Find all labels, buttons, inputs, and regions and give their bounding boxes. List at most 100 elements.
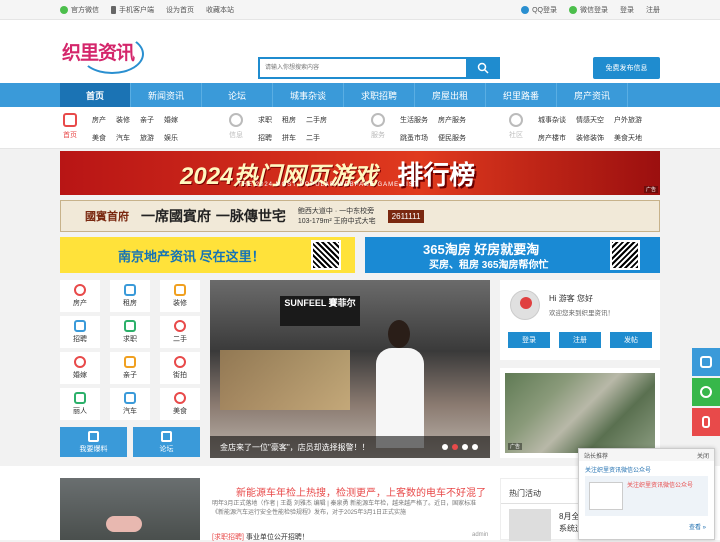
qq-login-link[interactable]: QQ登录	[521, 5, 557, 15]
search-bar	[258, 57, 500, 79]
grid-item-jobseek[interactable]: 求职	[110, 316, 150, 348]
subnav-link[interactable]: 汽车	[116, 133, 130, 143]
float-customer-service[interactable]	[692, 348, 720, 376]
mobile-client-link[interactable]: 手机客户端	[111, 5, 154, 15]
bookmark-link[interactable]: 收藏本站	[206, 5, 234, 15]
set-homepage-link[interactable]: 设为首页	[166, 5, 194, 15]
subnav-link[interactable]: 房产楼市	[538, 133, 566, 143]
subnav-link[interactable]: 情感天空	[576, 115, 604, 125]
grid-label: 装修	[173, 300, 187, 307]
subnav-link[interactable]: 房产服务	[438, 115, 466, 125]
welcome-text: 欢迎您来到织里资讯！	[549, 310, 614, 317]
nav-zhili[interactable]: 织里路番	[486, 83, 557, 107]
subnav-link[interactable]: 招聘	[258, 133, 272, 143]
nav-estate-news[interactable]: 房产资讯	[557, 83, 628, 107]
subnav-link[interactable]: 装修装饰	[576, 133, 604, 143]
subnav-link[interactable]: 求职	[258, 115, 272, 125]
map-ad[interactable]: 广告	[500, 368, 660, 458]
subnav-link[interactable]: 户外旅游	[614, 115, 642, 125]
subnav-link[interactable]: 城事杂谈	[538, 115, 566, 125]
nav-rentals[interactable]: 房屋出租	[415, 83, 486, 107]
article-tag-line[interactable]: [求职招聘] 事业单位公开招聘！	[212, 532, 309, 542]
taofang-banner[interactable]: 365淘房 好房就要淘 买房、租房 365淘房帮你忙	[365, 237, 660, 273]
grid-item-hire[interactable]: 招聘	[60, 316, 100, 348]
grid-item-decor[interactable]: 装修	[160, 280, 200, 312]
subnav-link[interactable]: 旅游	[140, 133, 154, 143]
grid-item-beauty[interactable]: 丽人	[60, 388, 100, 420]
grid-item-secondhand[interactable]: 二手	[160, 316, 200, 348]
activity-thumbnail[interactable]	[509, 509, 551, 541]
subnav-cat-community[interactable]: 社区	[506, 111, 526, 147]
estate-banner[interactable]: 國賓首府 一席國賓府 一脉傳世宅 鲍西大道中 · 一中东校旁 103-179m² …	[60, 200, 660, 232]
subnav-link[interactable]: 美食	[92, 133, 106, 143]
subnav-link[interactable]: 亲子	[140, 115, 154, 125]
grid-item-wedding[interactable]: 婚嫁	[60, 352, 100, 384]
site-logo[interactable]: 织里资讯	[60, 32, 144, 76]
grid-item-streetshot[interactable]: 街拍	[160, 352, 200, 384]
popup-more-link[interactable]: 查看 »	[689, 522, 706, 531]
ad-label: 广告	[643, 186, 658, 193]
sub-nav: 首页 房产 美食 装修 汽车 亲子 旅游 婚嫁 娱乐 信息 求职 招聘 租房 拼…	[0, 107, 720, 149]
subnav-link[interactable]: 美食天地	[614, 133, 642, 143]
slider-dot[interactable]	[472, 444, 478, 450]
slide-image-counter	[220, 350, 350, 410]
search-input[interactable]	[258, 57, 466, 79]
forum-button[interactable]: 论坛	[133, 427, 200, 457]
estate-location: 鲍西大道中 · 一中东校旁	[297, 208, 375, 215]
search-icon	[477, 62, 489, 74]
register-button[interactable]: 注册	[559, 332, 601, 348]
grid-item-food[interactable]: 美食	[160, 388, 200, 420]
popup-image[interactable]: 关注织里资讯微信公众号	[585, 476, 708, 516]
grid-label: 亲子	[123, 372, 137, 379]
slider-dot[interactable]	[442, 444, 448, 450]
subnav-link[interactable]: 房产	[92, 115, 106, 125]
search-button[interactable]	[466, 57, 500, 79]
subnav-link[interactable]: 生活服务	[400, 115, 428, 125]
float-mobile[interactable]	[692, 408, 720, 436]
nav-home[interactable]: 首页	[60, 83, 131, 107]
login-button[interactable]: 登录	[508, 332, 550, 348]
grid-item-parenting[interactable]: 亲子	[110, 352, 150, 384]
subnav-link[interactable]: 娱乐	[164, 133, 178, 143]
wechat-login-link[interactable]: 微信登录	[569, 5, 608, 15]
slider-dot-active[interactable]	[452, 444, 458, 450]
register-link[interactable]: 注册	[646, 5, 660, 15]
nav-forum[interactable]: 论坛	[202, 83, 273, 107]
news-slider[interactable]: SUNFEEL 賽菲尔 金店来了一位"豪客"，店员却选择报警！！	[210, 280, 490, 458]
subnav-link[interactable]: 租房	[282, 115, 296, 125]
popup-headline[interactable]: 关注织里资讯微信公众号	[579, 461, 714, 476]
grid-item-rent[interactable]: 租房	[110, 280, 150, 312]
subnav-cat-home[interactable]: 首页	[60, 111, 80, 147]
login-link[interactable]: 登录	[620, 5, 634, 15]
subnav-link[interactable]: 婚嫁	[164, 115, 178, 125]
subnav-link[interactable]: 装修	[116, 115, 130, 125]
subnav-link[interactable]: 二手房	[306, 115, 327, 125]
post-info-button[interactable]: 免费发布信息	[593, 57, 660, 79]
game-ranking-banner[interactable]: 2024热门网页游戏 排行榜 THE 2024 MOST POPULAR WEB…	[60, 151, 660, 195]
report-news-button[interactable]: 我要爆料	[60, 427, 127, 457]
new-post-button[interactable]: 发帖	[610, 332, 652, 348]
subnav-link[interactable]: 便民服务	[438, 133, 466, 143]
subnav-link[interactable]: 二手	[306, 133, 327, 143]
subnav-link[interactable]: 拼车	[282, 133, 296, 143]
article-author: admin	[472, 532, 489, 538]
grid-item-car[interactable]: 汽车	[110, 388, 150, 420]
nanjing-estate-banner[interactable]: 南京地产资讯 尽在这里！	[60, 237, 355, 273]
recommend-popup: 站长推荐 关闭 关注织里资讯微信公众号 关注织里资讯微信公众号 查看 »	[578, 448, 715, 540]
article-thumbnail[interactable]	[60, 478, 200, 540]
button-label: 论坛	[159, 445, 174, 453]
article-headline[interactable]: 新能源车年检上热搜，检测更严，上客数的电车不好混了	[236, 484, 486, 499]
grid-item-estate[interactable]: 房产	[60, 280, 100, 312]
wechat-link[interactable]: 官方微信	[60, 5, 99, 15]
popup-close-button[interactable]: 关闭	[697, 451, 709, 460]
nav-city-talk[interactable]: 城事杂谈	[273, 83, 344, 107]
nav-jobs[interactable]: 求职招聘	[344, 83, 415, 107]
subnav-cat-service[interactable]: 服务	[368, 111, 388, 147]
nav-news[interactable]: 新闻资讯	[131, 83, 202, 107]
slider-dot[interactable]	[462, 444, 468, 450]
panel-title: 热门活动	[509, 489, 541, 498]
subnav-cat-info[interactable]: 信息	[226, 111, 246, 147]
subnav-link[interactable]: 跳蚤市场	[400, 133, 428, 143]
float-wechat[interactable]	[692, 378, 720, 406]
slide-image-person	[370, 320, 430, 450]
